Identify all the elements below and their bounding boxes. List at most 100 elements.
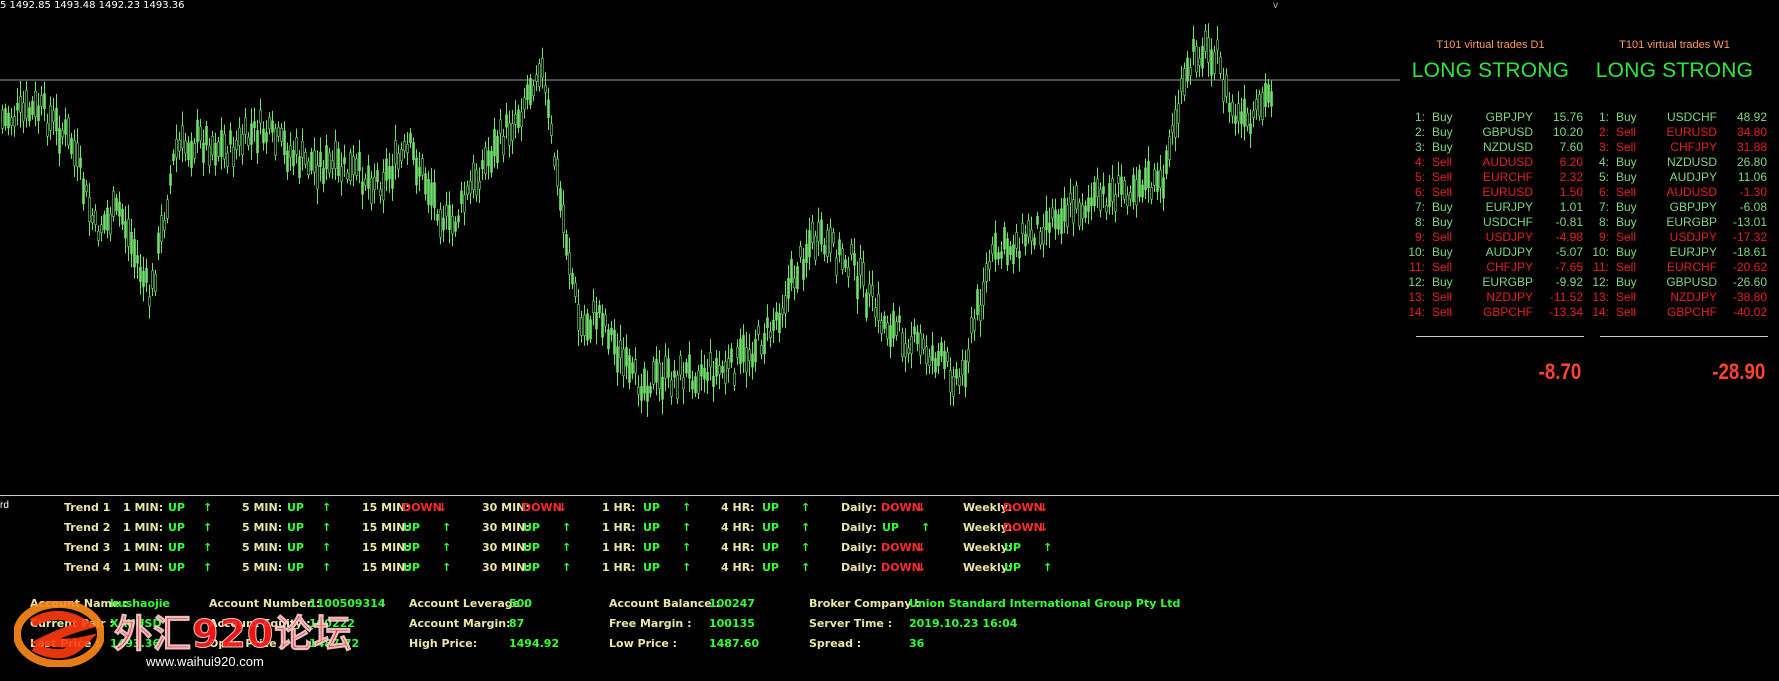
candle <box>295 128 298 164</box>
candle <box>574 276 577 303</box>
candle <box>418 152 421 192</box>
candle <box>1240 97 1243 138</box>
candle <box>721 360 724 379</box>
candle <box>859 244 862 289</box>
candle <box>1231 94 1234 124</box>
candle <box>1246 107 1249 132</box>
candle <box>1114 183 1117 223</box>
candle <box>1177 89 1180 138</box>
candle <box>604 308 607 333</box>
candle <box>637 375 640 407</box>
trade-symbol: EURUSD <box>1482 185 1533 199</box>
candle <box>757 319 760 341</box>
candle <box>133 227 136 279</box>
candle <box>679 350 682 381</box>
candle <box>199 119 202 149</box>
candle <box>1117 161 1120 198</box>
candle <box>931 332 934 375</box>
trade-value: 2.32 <box>1559 170 1583 184</box>
candle <box>289 132 292 171</box>
candle <box>436 209 439 226</box>
candle <box>412 137 415 165</box>
candle <box>535 65 538 92</box>
trade-side: Sell <box>1616 230 1637 244</box>
candle <box>400 142 403 168</box>
timeframe-label: 1 HR: <box>602 541 636 554</box>
candle <box>1141 179 1144 203</box>
panel-total: -8.70 <box>1538 359 1582 384</box>
candle <box>1255 89 1258 120</box>
trade-value: 11.06 <box>1737 170 1767 184</box>
candle <box>79 145 82 180</box>
trend-state: UP <box>643 501 660 514</box>
candle <box>949 357 952 406</box>
trade-value: -18.61 <box>1732 245 1767 259</box>
trade-value: -5.07 <box>1555 245 1583 259</box>
candle <box>523 88 526 119</box>
trend-row: Trend 31 MIN: UP ↑ 5 MIN: UP ↑ 15 MIN: UP ↑ 30 MI… <box>0 541 1100 561</box>
arrow-up-icon: ↑ <box>562 521 572 534</box>
candle <box>217 136 220 162</box>
trade-side: Buy <box>1432 245 1453 259</box>
candle <box>799 240 802 263</box>
trade-side: Sell <box>1616 305 1637 319</box>
low-price-value: 1487.60 <box>709 637 760 650</box>
trade-side: Buy <box>1432 140 1453 154</box>
trend-row: Trend 41 MIN: UP ↑ 5 MIN: UP ↑ 15 MIN: UP ↑ 30 MI… <box>0 561 1100 581</box>
arrow-down-icon: ↓ <box>917 501 927 514</box>
candle <box>238 117 241 157</box>
candle <box>82 171 85 211</box>
candle <box>583 304 586 346</box>
candle <box>550 115 553 144</box>
candle <box>850 238 853 261</box>
timeframe-label: 5 MIN: <box>242 561 283 574</box>
candle <box>877 281 880 334</box>
candle <box>787 264 790 312</box>
candle <box>175 124 178 173</box>
arrow-up-icon: ↑ <box>203 501 213 514</box>
trade-index: 10: <box>1408 245 1425 259</box>
candle <box>358 139 361 184</box>
trade-symbol: EURCHF <box>1483 170 1533 184</box>
candle <box>769 321 772 348</box>
arrow-up-icon: ↑ <box>801 561 811 574</box>
trend-label: Trend 2 <box>64 521 111 534</box>
candle <box>427 171 430 213</box>
candle <box>343 144 346 177</box>
candle <box>514 100 517 139</box>
candle <box>703 354 706 393</box>
trade-value: -38.80 <box>1732 290 1767 304</box>
candle <box>733 367 736 391</box>
trade-value: -40.02 <box>1732 305 1767 319</box>
candle <box>307 157 310 180</box>
candle <box>571 267 574 290</box>
panel-total: -28.90 <box>1712 359 1766 384</box>
arrow-down-icon: ↓ <box>1039 521 1049 534</box>
candle <box>943 340 946 380</box>
candle <box>1042 213 1045 258</box>
candle <box>892 302 895 347</box>
candlestick-chart[interactable] <box>0 0 1400 495</box>
candle <box>463 181 466 226</box>
trend-state: UP <box>168 561 185 574</box>
candle <box>136 239 139 279</box>
trade-row: 6: Sell EURUSD 1.50 <box>1398 185 1583 200</box>
candle <box>1198 46 1201 77</box>
candle <box>247 132 250 151</box>
subwindow-separator[interactable] <box>0 495 1779 496</box>
candle <box>619 324 622 374</box>
candle <box>313 137 316 186</box>
candle <box>187 136 190 167</box>
high-price-label: High Price: <box>409 637 478 650</box>
trade-value: -26.60 <box>1732 275 1767 289</box>
candle <box>91 208 94 230</box>
trade-value: -7.65 <box>1555 260 1583 274</box>
watermark-logo-icon <box>14 601 104 667</box>
virtual-trades-panel-w1: T101 virtual trades W1 LONG STRONG 1: Buy US… <box>1582 38 1768 385</box>
candle <box>460 181 463 213</box>
candle <box>100 215 103 242</box>
candle <box>649 382 652 398</box>
candle <box>1159 154 1162 203</box>
candle <box>661 361 664 415</box>
candle <box>1009 240 1012 261</box>
